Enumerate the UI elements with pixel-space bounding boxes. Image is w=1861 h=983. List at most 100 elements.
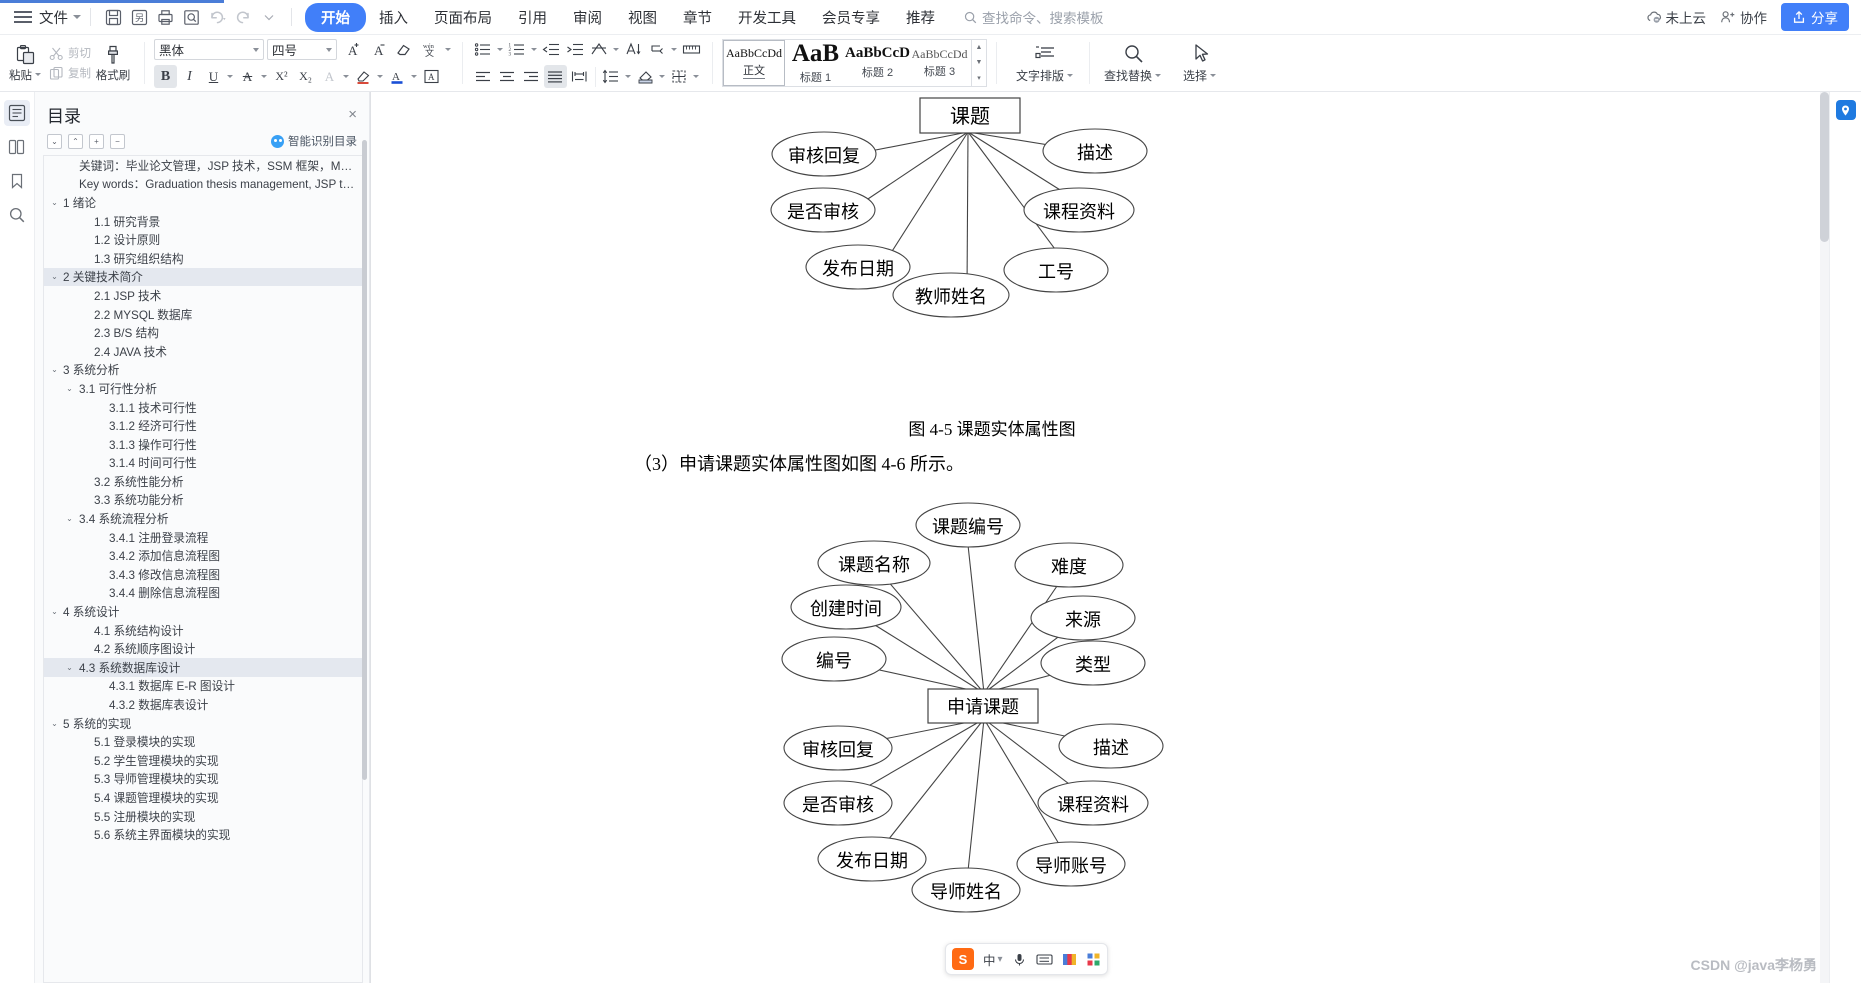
- tab-references[interactable]: 引用: [505, 3, 560, 32]
- toc-item[interactable]: 5.4 课题管理模块的实现: [44, 788, 362, 807]
- toc-item[interactable]: 4.3.2 数据库表设计: [44, 695, 362, 714]
- chevron-down-icon[interactable]: ⌄: [63, 384, 76, 393]
- microphone-icon[interactable]: [1012, 952, 1027, 967]
- toc-item[interactable]: ⌄ 3.4 系统流程分析: [44, 509, 362, 528]
- toc-item[interactable]: 5.1 登录模块的实现: [44, 732, 362, 751]
- chevron-down-icon[interactable]: ⌄: [48, 719, 61, 728]
- toc-item[interactable]: ⌄ 2 关键技术简介: [44, 267, 362, 287]
- toc-item[interactable]: 2.1 JSP 技术: [44, 286, 362, 305]
- collapse-level-icon[interactable]: −: [110, 133, 125, 149]
- emoji-icon[interactable]: [1062, 952, 1077, 967]
- toc-item[interactable]: 3.1.3 操作可行性: [44, 435, 362, 454]
- toc-item[interactable]: ⌄ 3 系统分析: [44, 361, 362, 380]
- tab-recommend[interactable]: 推荐: [893, 3, 948, 32]
- close-icon[interactable]: ×: [348, 107, 357, 122]
- save-icon[interactable]: [100, 4, 126, 30]
- more-commands-icon[interactable]: [256, 4, 282, 30]
- collaborate-button[interactable]: 协作: [1720, 7, 1767, 27]
- toc-item[interactable]: 2.4 JAVA 技术: [44, 342, 362, 361]
- strikethrough-button[interactable]: A: [236, 65, 259, 88]
- chevron-down-icon[interactable]: ⌄: [48, 198, 61, 207]
- paste-button[interactable]: 粘贴: [5, 44, 47, 83]
- tab-member-exclusive[interactable]: 会员专享: [809, 3, 893, 32]
- smart-toc-button[interactable]: 智能识别目录: [271, 133, 357, 149]
- toc-item[interactable]: ⌄ 3.1 可行性分析: [44, 379, 362, 398]
- toc-item[interactable]: 1.1 研究背景: [44, 212, 362, 231]
- toc-item[interactable]: ⌄ 5 系统的实现: [44, 714, 362, 733]
- ime-toolbar[interactable]: S 中 ▾: [945, 943, 1108, 975]
- redo-icon[interactable]: [230, 4, 256, 30]
- print-preview-icon[interactable]: [178, 4, 204, 30]
- toc-item[interactable]: 5.6 系统主界面模块的实现: [44, 825, 362, 844]
- underline-button[interactable]: U: [202, 65, 225, 88]
- toc-item[interactable]: 3.4.1 注册登录流程: [44, 528, 362, 547]
- expand-level-icon[interactable]: +: [89, 133, 104, 149]
- print-icon[interactable]: [152, 4, 178, 30]
- numbering-button[interactable]: 123: [506, 38, 529, 61]
- tab-section[interactable]: 章节: [670, 3, 725, 32]
- toc-item[interactable]: 1.3 研究组织结构: [44, 249, 362, 268]
- thumbnails-panel-icon[interactable]: [4, 134, 30, 160]
- document-scrollbar-thumb[interactable]: [1820, 92, 1829, 242]
- pinyin-guide-button[interactable]: wén 文: [418, 38, 441, 61]
- location-pin-icon[interactable]: [1835, 100, 1856, 120]
- toc-item[interactable]: 4.3.1 数据库 E-R 图设计: [44, 677, 362, 696]
- cut-button[interactable]: 剪切: [49, 45, 91, 61]
- style-heading-1[interactable]: AaB 标题 1: [785, 40, 847, 86]
- superscript-button[interactable]: X²: [270, 65, 293, 88]
- select-button[interactable]: 选择: [1173, 43, 1228, 84]
- toc-item[interactable]: 关键词：毕业论文管理，JSP 技术，SSM 框架，MYSQL 数 …: [44, 156, 362, 175]
- ime-tools-icon[interactable]: [1086, 952, 1101, 967]
- align-right-button[interactable]: [520, 65, 543, 88]
- toc-list[interactable]: 关键词：毕业论文管理，JSP 技术，SSM 框架，MYSQL 数 … Key wo…: [43, 155, 363, 983]
- subscript-button[interactable]: X₂: [294, 65, 317, 88]
- expand-gallery-icon[interactable]: ▾: [972, 71, 986, 86]
- style-heading-2[interactable]: AaBbCcD 标题 2: [845, 40, 910, 86]
- font-color-button[interactable]: A: [386, 65, 409, 88]
- find-replace-button[interactable]: 查找替换: [1094, 43, 1173, 84]
- font-name-select[interactable]: 黑体: [154, 39, 264, 60]
- navigation-scrollbar[interactable]: [362, 140, 367, 780]
- command-search-input[interactable]: 查找命令、搜索模板: [964, 7, 1104, 27]
- tab-developer-tools[interactable]: 开发工具: [725, 3, 809, 32]
- collapse-all-icon[interactable]: ⌄: [47, 133, 62, 149]
- increase-indent-button[interactable]: [564, 38, 587, 61]
- undo-icon[interactable]: [204, 4, 230, 30]
- align-justify-button[interactable]: [544, 65, 567, 88]
- clear-format-button[interactable]: [392, 38, 415, 61]
- ime-logo-icon[interactable]: S: [952, 948, 974, 970]
- style-gallery-scroll[interactable]: ▲ ▼ ▾: [971, 40, 986, 86]
- tab-insert[interactable]: 插入: [366, 3, 421, 32]
- pinyin-layout-button[interactable]: [588, 38, 611, 61]
- align-left-button[interactable]: [472, 65, 495, 88]
- app-menu-icon[interactable]: [14, 10, 32, 24]
- document-canvas[interactable]: 课题 审核回复 是否审核 发布日期 教师姓名 描述 课程资料 工号 图 4-5 …: [370, 92, 1829, 983]
- show-marks-button[interactable]: [646, 38, 669, 61]
- ime-language-toggle[interactable]: 中 ▾: [983, 950, 1003, 969]
- chevron-down-icon[interactable]: ⌄: [48, 272, 61, 281]
- toc-item[interactable]: 2.2 MYSQL 数据库: [44, 305, 362, 324]
- cloud-status-button[interactable]: 未上云: [1646, 7, 1706, 27]
- toc-item[interactable]: 5.2 学生管理模块的实现: [44, 751, 362, 770]
- toc-item[interactable]: 3.4.3 修改信息流程图: [44, 565, 362, 584]
- toc-item[interactable]: 3.1.1 技术可行性: [44, 398, 362, 417]
- shrink-font-button[interactable]: A: [366, 38, 389, 61]
- bold-button[interactable]: B: [154, 65, 177, 88]
- toc-item[interactable]: 3.2 系统性能分析: [44, 472, 362, 491]
- text-layout-button[interactable]: 文字排版: [1006, 43, 1085, 84]
- expand-up-icon[interactable]: ⌃: [68, 133, 83, 149]
- toc-item[interactable]: 5.5 注册模块的实现: [44, 807, 362, 826]
- line-spacing-button[interactable]: [600, 65, 623, 88]
- copy-button[interactable]: 复制: [49, 65, 91, 81]
- tab-start[interactable]: 开始: [305, 2, 366, 32]
- toc-item[interactable]: 4.2 系统顺序图设计: [44, 639, 362, 658]
- shading-button[interactable]: [634, 65, 657, 88]
- toc-item[interactable]: 5.3 导师管理模块的实现: [44, 770, 362, 789]
- toc-item[interactable]: 3.1.4 时间可行性: [44, 454, 362, 473]
- font-size-select[interactable]: 四号: [267, 39, 337, 60]
- toc-item[interactable]: 2.3 B/S 结构: [44, 323, 362, 342]
- chevron-down-icon[interactable]: ⌄: [63, 514, 76, 523]
- ruler-button[interactable]: [680, 38, 703, 61]
- tab-review[interactable]: 审阅: [560, 3, 615, 32]
- toc-item[interactable]: 3.3 系统功能分析: [44, 491, 362, 510]
